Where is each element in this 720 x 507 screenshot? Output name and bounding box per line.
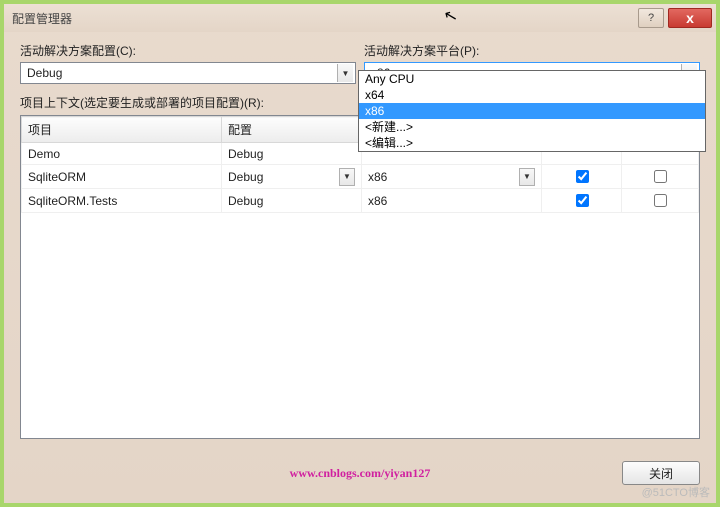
window-title: 配置管理器: [12, 10, 72, 27]
chevron-down-icon: ▼: [337, 64, 353, 82]
solution-platform-label: 活动解决方案平台(P):: [364, 42, 700, 59]
window-close-button[interactable]: x: [668, 8, 712, 28]
platform-option[interactable]: Any CPU: [359, 71, 705, 87]
close-icon: x: [686, 10, 694, 26]
deploy-checkbox[interactable]: [654, 194, 667, 207]
cell-deploy[interactable]: [622, 189, 699, 213]
cell-project: SqliteORM.Tests: [22, 189, 222, 213]
titlebar: 配置管理器 ? x: [4, 4, 716, 32]
col-project[interactable]: 项目: [22, 117, 222, 143]
platform-option[interactable]: x64: [359, 87, 705, 103]
cell-build[interactable]: [542, 189, 622, 213]
help-button[interactable]: ?: [638, 8, 664, 28]
solution-config-label: 活动解决方案配置(C):: [20, 42, 356, 59]
solution-config-value: Debug: [27, 66, 337, 80]
watermark-text: www.cnblogs.com/yiyan127: [20, 466, 700, 481]
platform-dropdown-list[interactable]: Any CPUx64x86<新建...><编辑...>: [358, 70, 706, 152]
help-icon: ?: [648, 12, 654, 24]
platform-option[interactable]: <新建...>: [359, 119, 705, 135]
build-checkbox[interactable]: [576, 170, 589, 183]
build-checkbox[interactable]: [576, 194, 589, 207]
cell-build[interactable]: [542, 165, 622, 189]
close-button[interactable]: 关闭: [622, 461, 700, 485]
close-button-label: 关闭: [649, 465, 673, 482]
cell-config[interactable]: Debug: [222, 143, 362, 165]
table-row: SqliteORM.TestsDebugx86: [22, 189, 699, 213]
project-grid: 项目 配置 DemoDebugSqliteORMDebug▼x86▼Sqlite…: [20, 115, 700, 439]
cell-config[interactable]: Debug▼: [222, 165, 362, 189]
solution-config-dropdown[interactable]: Debug ▼: [20, 62, 356, 84]
chevron-down-icon: ▼: [519, 168, 535, 186]
cell-deploy[interactable]: [622, 165, 699, 189]
chevron-down-icon: ▼: [339, 168, 355, 186]
cell-config[interactable]: Debug: [222, 189, 362, 213]
cell-project: SqliteORM: [22, 165, 222, 189]
config-manager-window: 配置管理器 ? x ↖ 活动解决方案配置(C): Debug ▼ 活动解决方案平…: [0, 0, 720, 507]
platform-option[interactable]: <编辑...>: [359, 135, 705, 151]
col-config[interactable]: 配置: [222, 117, 362, 143]
deploy-checkbox[interactable]: [654, 170, 667, 183]
table-row: SqliteORMDebug▼x86▼: [22, 165, 699, 189]
platform-option[interactable]: x86: [359, 103, 705, 119]
cell-platform[interactable]: x86▼: [362, 165, 542, 189]
footer: www.cnblogs.com/yiyan127 关闭: [20, 459, 700, 487]
cell-project: Demo: [22, 143, 222, 165]
cell-platform[interactable]: x86: [362, 189, 542, 213]
